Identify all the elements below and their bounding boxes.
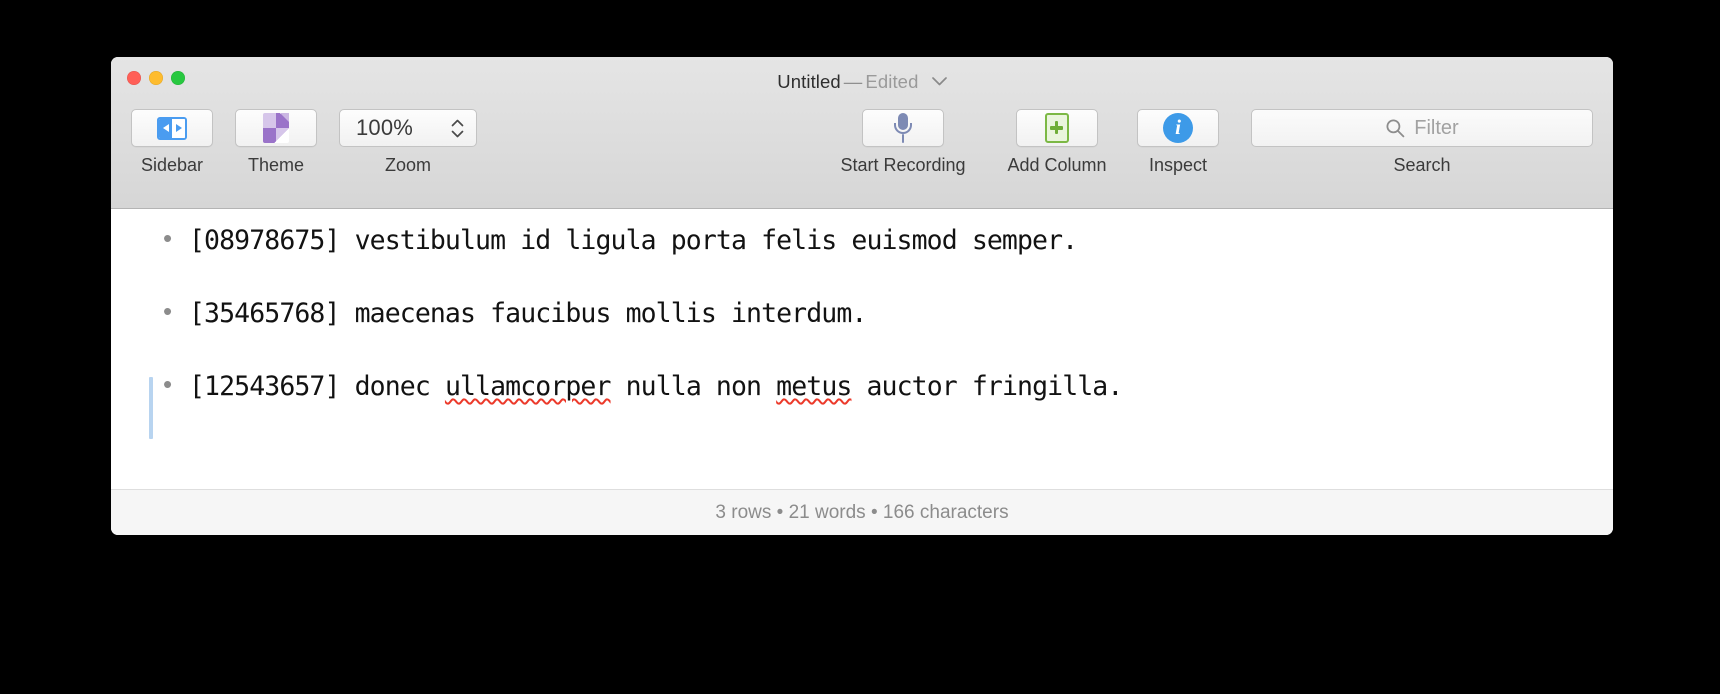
- toolbar: Sidebar Theme 100% Zoom Start Recording …: [111, 105, 1613, 205]
- magnifying-glass-icon: [1385, 118, 1405, 138]
- text-mid: nulla non: [610, 371, 777, 402]
- misspelled-word: ullamcorper: [444, 371, 612, 402]
- window-title: Untitled — Edited: [111, 69, 1613, 93]
- text-pre: [12543657] donec: [189, 371, 445, 402]
- status-text: 3 rows • 21 words • 166 characters: [715, 501, 1009, 523]
- theme-button[interactable]: [235, 109, 317, 147]
- info-circle-icon: i: [1163, 113, 1193, 143]
- bullet-icon: •: [163, 223, 173, 253]
- toolbar-item-search: Filter Search: [1251, 109, 1593, 176]
- add-column-button[interactable]: [1016, 109, 1098, 147]
- bullet-icon: •: [163, 296, 173, 326]
- search-input[interactable]: Filter: [1251, 109, 1593, 147]
- title-separator: —: [843, 71, 863, 92]
- zoom-value: 100%: [356, 115, 414, 140]
- start-recording-button[interactable]: [862, 109, 944, 147]
- list-item-text: [08978675] vestibulum id ligula porta fe…: [189, 225, 1078, 256]
- list-item-text: [12543657] donec ullamcorper nulla non m…: [189, 371, 1123, 402]
- zoom-stepper[interactable]: 100%: [339, 109, 477, 147]
- zoom-label: Zoom: [384, 155, 431, 175]
- microphone-icon: [893, 113, 913, 143]
- status-bar: 3 rows • 21 words • 166 characters: [111, 489, 1613, 535]
- start-recording-label: Start Recording: [840, 155, 966, 175]
- toolbar-item-sidebar: Sidebar: [131, 109, 213, 176]
- inspect-button[interactable]: i: [1137, 109, 1219, 147]
- list-item[interactable]: • [35465768] maecenas faucibus mollis in…: [111, 298, 1613, 371]
- toolbar-item-start-recording: Start Recording: [823, 109, 983, 176]
- document-name: Untitled: [777, 71, 841, 92]
- document-editor[interactable]: • [08978675] vestibulum id ligula porta …: [111, 209, 1613, 489]
- stepper-arrows-icon[interactable]: [451, 119, 464, 138]
- app-window: Untitled — Edited Sidebar Theme 100% Zoo…: [111, 57, 1613, 535]
- bullet-icon: •: [163, 369, 173, 399]
- change-indicator-bar: [149, 377, 153, 439]
- sidebar-toggle-icon: [157, 116, 187, 140]
- toolbar-item-add-column: Add Column: [991, 109, 1123, 176]
- inspect-label: Inspect: [1148, 155, 1208, 175]
- sidebar-button[interactable]: [131, 109, 213, 147]
- titlebar-toolbar: Untitled — Edited Sidebar Theme 100% Zoo…: [111, 57, 1613, 209]
- chevron-down-icon[interactable]: [931, 69, 947, 91]
- toolbar-item-inspect: i Inspect: [1131, 109, 1225, 176]
- list-item[interactable]: • [08978675] vestibulum id ligula porta …: [111, 225, 1613, 298]
- sidebar-label: Sidebar: [140, 155, 204, 175]
- add-column-label: Add Column: [1007, 155, 1107, 175]
- add-column-icon: [1045, 113, 1069, 143]
- search-placeholder: Filter: [1414, 116, 1459, 139]
- text-post: auctor fringilla.: [851, 371, 1123, 402]
- edited-status: Edited: [865, 71, 919, 92]
- search-label: Search: [1393, 155, 1451, 175]
- theme-page-icon: [263, 113, 289, 143]
- list-item-text: [35465768] maecenas faucibus mollis inte…: [189, 298, 867, 329]
- list-item[interactable]: • [12543657] donec ullamcorper nulla non…: [111, 371, 1613, 444]
- misspelled-word: metus: [776, 371, 852, 402]
- theme-label: Theme: [247, 155, 305, 175]
- toolbar-item-theme: Theme: [235, 109, 317, 176]
- toolbar-item-zoom: 100% Zoom: [339, 109, 477, 176]
